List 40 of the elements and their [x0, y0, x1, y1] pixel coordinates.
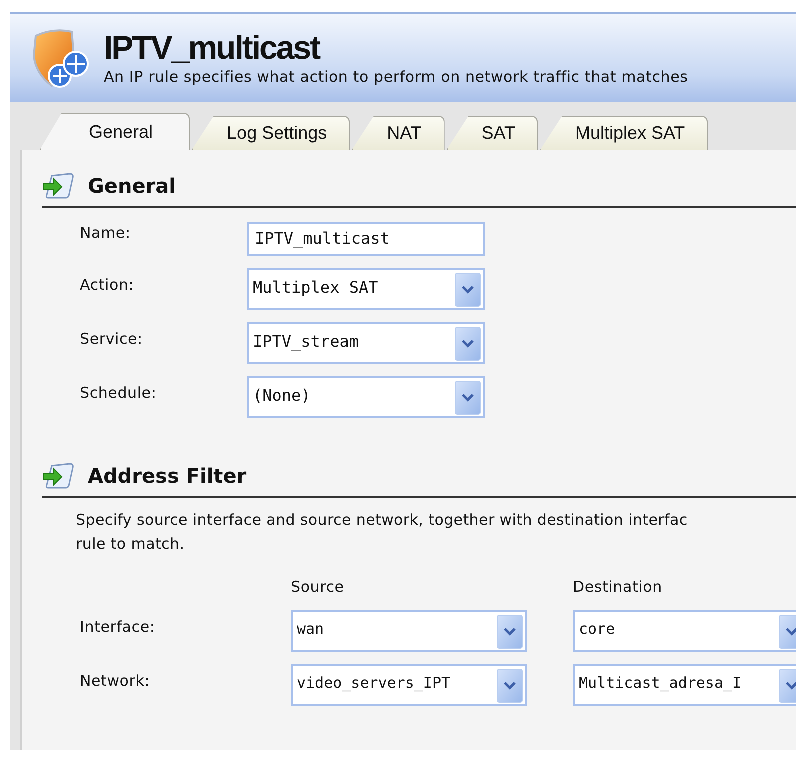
section-description: Specify source interface and source network, together with destination interfac rule to match.: [75, 510, 689, 555]
dropdown[interactable]: Multicast_adresa_I: [573, 664, 796, 706]
section-title: General: [88, 174, 176, 198]
tab[interactable]: SAT: [446, 116, 538, 150]
column-heading: Source: [291, 578, 346, 598]
dropdown-button-icon: [455, 273, 481, 307]
dropdown-button-icon: [455, 327, 481, 361]
dropdown[interactable]: core: [573, 610, 796, 652]
page-title: IPTV_multicast: [104, 30, 322, 66]
tab[interactable]: Multiplex SAT: [540, 116, 708, 150]
dropdown[interactable]: video_servers_IPT: [291, 664, 527, 706]
dropdown-button-icon: [497, 615, 523, 649]
dropdown[interactable]: Multiplex SAT: [247, 268, 485, 310]
dropdown[interactable]: IPTV_stream: [247, 322, 485, 364]
field-label: Service:: [80, 329, 144, 348]
dropdown-value: video_servers_IPT: [297, 673, 451, 692]
field-label: Network:: [80, 671, 152, 690]
section-title: Address Filter: [88, 464, 247, 488]
dropdown[interactable]: wan: [291, 610, 527, 652]
dropdown-button-icon: [455, 381, 481, 415]
page-arrow-icon: [42, 462, 76, 490]
field-label: Interface:: [80, 617, 156, 636]
tab[interactable]: General: [40, 113, 190, 150]
dropdown-value: core: [579, 619, 616, 638]
page-description: An IP rule specifies what action to perform on network traffic that matches: [104, 68, 688, 86]
page-arrow-icon: [42, 172, 76, 200]
field-label: Name:: [80, 223, 132, 242]
tab[interactable]: NAT: [352, 116, 445, 150]
dropdown-value: (None): [253, 385, 311, 405]
text-field[interactable]: IPTV_multicast: [247, 222, 485, 256]
dropdown-value: wan: [297, 619, 324, 638]
dropdown-value: Multicast_adresa_I: [579, 673, 742, 692]
tab[interactable]: Log Settings: [192, 116, 350, 150]
dropdown[interactable]: (None): [247, 376, 485, 418]
column-heading: Destination: [573, 578, 664, 598]
dropdown-value: IPTV_stream: [253, 331, 359, 351]
field-label: Schedule:: [80, 383, 158, 402]
dropdown-button-icon: [497, 669, 523, 703]
dropdown-value: Multiplex SAT: [253, 277, 378, 297]
field-label: Action:: [80, 275, 136, 294]
